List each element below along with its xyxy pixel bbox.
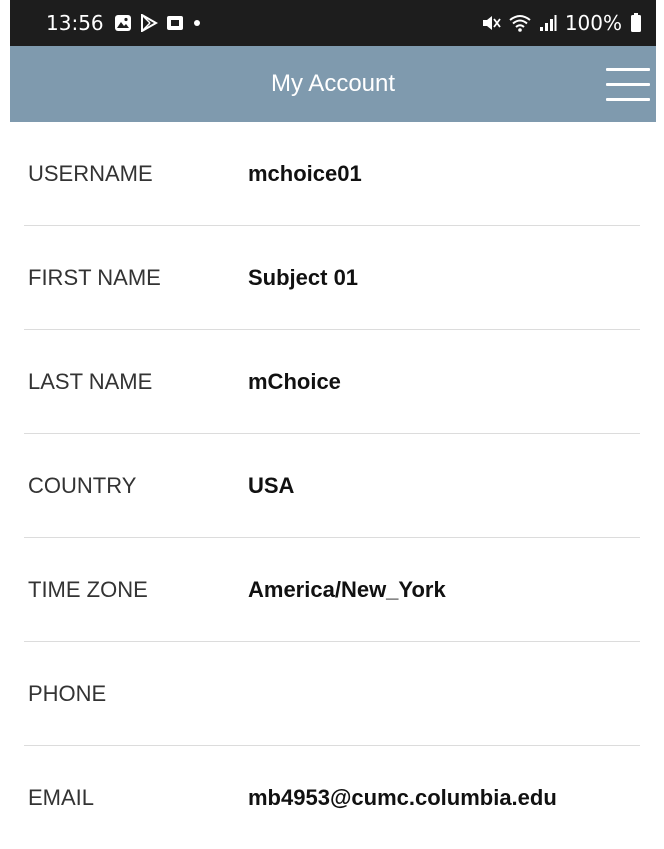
field-label: PHONE xyxy=(28,681,107,706)
field-value: Subject 01 xyxy=(248,265,359,290)
account-row-last-name: LAST NAME mChoice xyxy=(24,330,640,434)
field-label: LAST NAME xyxy=(28,369,153,394)
field-value: mchoice01 xyxy=(248,161,362,186)
menu-line xyxy=(606,97,650,101)
field-label: FIRST NAME xyxy=(28,265,161,290)
field-value: mChoice xyxy=(248,369,341,394)
field-value: mb4953@cumc.columbia.edu xyxy=(248,785,557,810)
app-icon xyxy=(166,14,184,32)
hamburger-menu-icon[interactable] xyxy=(606,56,650,112)
battery-percent: 100% xyxy=(564,11,622,35)
status-right: 100% xyxy=(481,11,642,35)
field-value: USA xyxy=(248,473,295,498)
notification-icons xyxy=(114,14,202,32)
signal-icon xyxy=(539,14,557,32)
page-title: My Account xyxy=(270,70,396,97)
account-row-time-zone: TIME ZONE America/New_York xyxy=(24,538,640,642)
field-label: USERNAME xyxy=(28,161,153,186)
field-label: TIME ZONE xyxy=(28,577,148,602)
menu-line xyxy=(606,67,650,71)
mute-icon xyxy=(481,14,501,32)
dot-icon xyxy=(192,18,202,28)
status-bar: 13:56 100% xyxy=(10,0,656,46)
battery-icon xyxy=(630,13,642,33)
status-time: 13:56 xyxy=(46,11,104,35)
play-store-icon xyxy=(140,14,158,32)
field-label: EMAIL xyxy=(28,785,95,810)
account-row-first-name: FIRST NAME Subject 01 xyxy=(24,226,640,330)
account-row-phone: PHONE xyxy=(24,642,640,746)
app-header: My Account xyxy=(10,46,656,122)
account-row-country: COUNTRY USA xyxy=(24,434,640,538)
field-value: America/New_York xyxy=(248,577,446,602)
account-row-username: USERNAME mchoice01 xyxy=(24,122,640,226)
account-row-email: EMAIL mb4953@cumc.columbia.edu xyxy=(24,746,640,849)
wifi-icon xyxy=(509,14,531,32)
field-label: COUNTRY xyxy=(28,473,137,498)
menu-line xyxy=(606,82,650,86)
status-left: 13:56 xyxy=(46,11,202,35)
account-details-list: USERNAME mchoice01 FIRST NAME Subject 01… xyxy=(24,122,640,849)
gallery-icon xyxy=(114,14,132,32)
